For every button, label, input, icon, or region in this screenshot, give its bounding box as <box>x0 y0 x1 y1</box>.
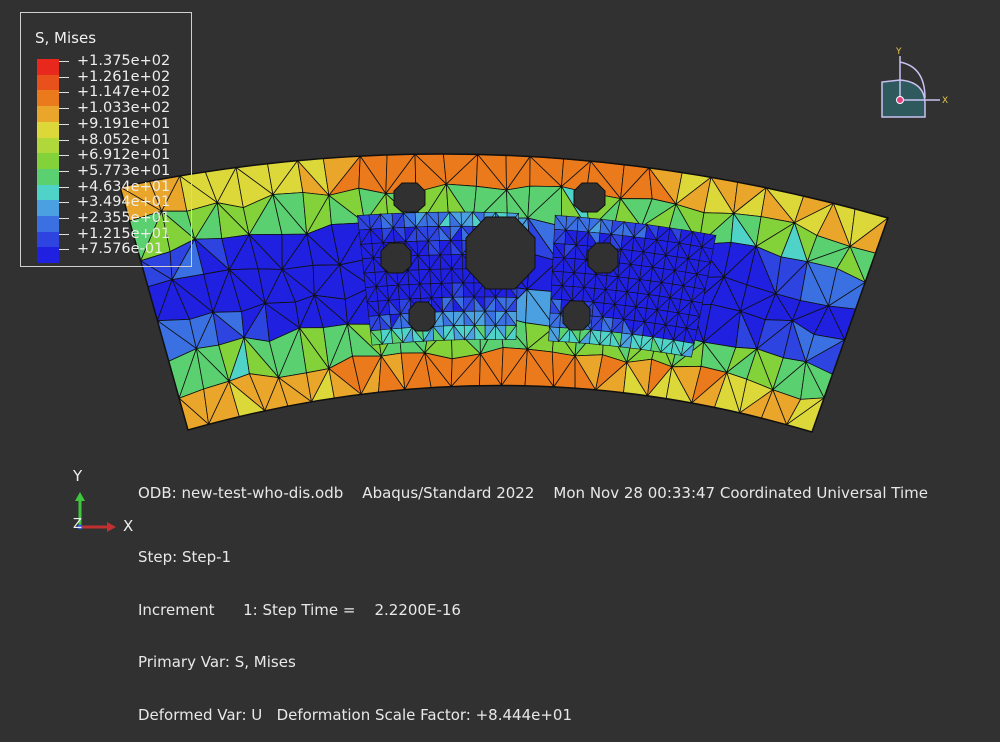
legend-swatch <box>37 200 59 217</box>
view-compass[interactable]: Y X <box>870 42 960 127</box>
legend-label: +1.375e+02 <box>77 53 171 69</box>
legend-label: +1.147e+02 <box>77 84 171 101</box>
legend-label: +4.634e+01 <box>77 178 171 195</box>
step-info: Step: Step-1 Increment 1: Step Time = 2.… <box>138 514 572 742</box>
legend-swatch <box>37 121 59 138</box>
hole-mid-right <box>587 242 619 274</box>
step-line: Step: Step-1 <box>138 548 232 566</box>
legend-label: +3.494e+01 <box>77 194 171 211</box>
legend-swatch <box>37 106 59 123</box>
legend-tick <box>59 76 69 78</box>
primary-var-line: Primary Var: S, Mises <box>138 653 296 671</box>
legend-tick <box>59 218 69 219</box>
legend-tick <box>59 123 69 125</box>
legend-swatch <box>37 216 59 232</box>
legend-tick <box>59 92 69 94</box>
legend-swatch <box>37 74 59 91</box>
legend-tick <box>59 108 69 110</box>
legend-tick <box>59 233 69 235</box>
legend-tick <box>59 186 69 188</box>
triad-x-label: X <box>123 517 134 535</box>
compass-x-label: X <box>942 96 948 106</box>
legend-swatch <box>37 184 59 201</box>
hole-bot-left <box>408 301 436 332</box>
legend-swatch <box>37 231 59 248</box>
deformed-var-line: Deformed Var: U Deformation Scale Factor… <box>138 705 573 724</box>
legend-swatch <box>37 168 59 185</box>
hole-top-right <box>573 182 606 213</box>
legend-tick <box>59 249 69 251</box>
axis-triad: Y Z X <box>62 465 142 540</box>
legend-tick <box>59 170 69 172</box>
legend-swatch <box>37 137 59 154</box>
increment-line: Increment 1: Step Time = 2.2200E-16 <box>138 600 461 619</box>
legend-label: +9.191e+01 <box>77 115 171 132</box>
compass-origin <box>896 96 904 104</box>
center-hole <box>465 216 536 290</box>
legend-swatch <box>37 247 59 264</box>
legend-label: +7.576e-01 <box>77 241 164 258</box>
legend-swatch <box>37 90 59 107</box>
triad-z-label: Z <box>73 517 82 532</box>
legend-label: +1.215e+01 <box>77 225 171 242</box>
legend-label: +1.033e+02 <box>77 100 171 117</box>
hole-mid-left <box>380 242 412 274</box>
legend-title: S, Mises <box>35 29 97 47</box>
legend-tick <box>59 139 69 141</box>
legend-swatch <box>37 153 59 170</box>
hole-top-left <box>393 182 426 213</box>
legend-label: +8.052e+01 <box>77 131 171 148</box>
triad-x-arrow <box>107 522 116 532</box>
contour-legend[interactable]: S, Mises +1.375e+02 +1.261e+02 +1.147e+02 +… <box>20 12 192 267</box>
legend-label: +2.355e+01 <box>77 210 171 226</box>
legend-tick <box>59 155 69 157</box>
triad-y-arrow <box>75 492 85 501</box>
stress-contour-mesh <box>120 153 888 433</box>
compass-y-label: Y <box>895 47 902 57</box>
legend-label: +1.261e+02 <box>77 68 171 85</box>
hole-bot-right <box>562 300 591 331</box>
legend-tick <box>59 61 69 62</box>
legend-tick <box>59 202 69 204</box>
odb-info-line: ODB: new-test-who-dis.odb Abaqus/Standar… <box>138 484 928 502</box>
triad-y-label: Y <box>73 467 83 485</box>
legend-swatch <box>37 59 59 75</box>
legend-label: +6.912e+01 <box>77 147 171 164</box>
legend-label: +5.773e+01 <box>77 162 171 179</box>
